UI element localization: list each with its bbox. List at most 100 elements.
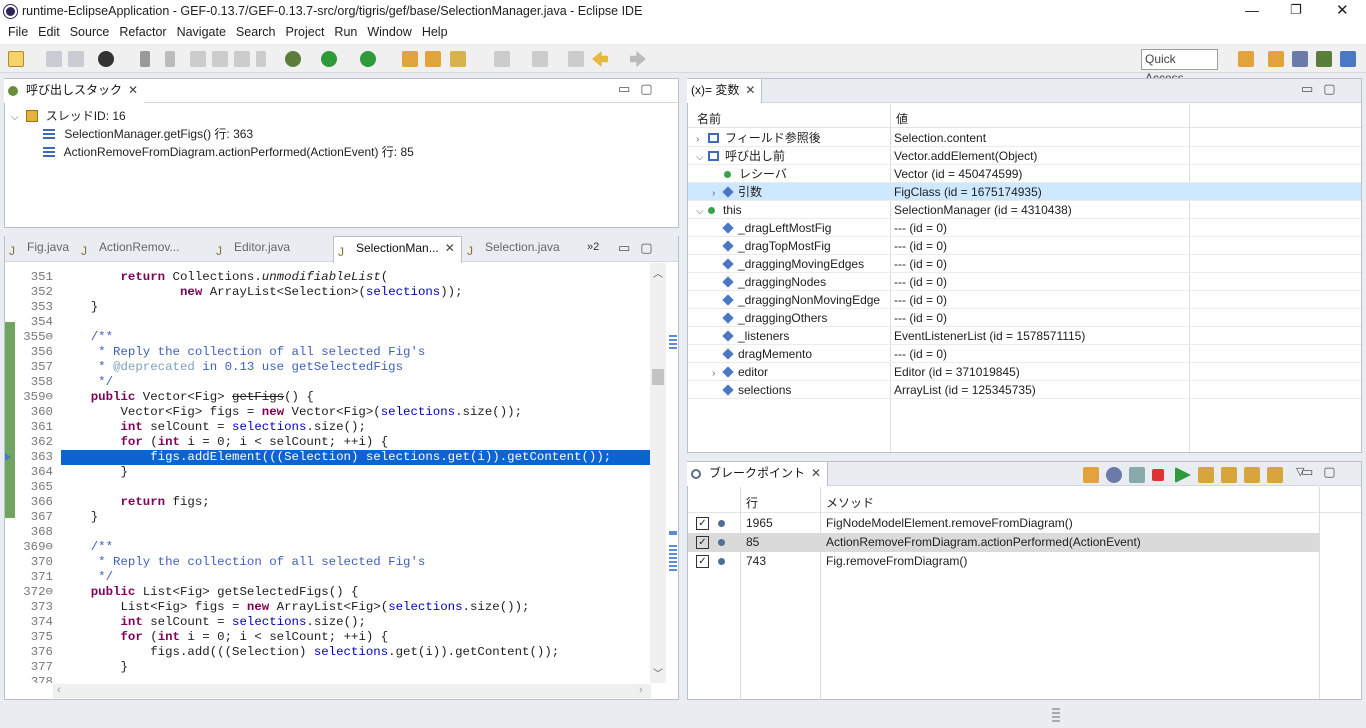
- minimize-maximize-icons[interactable]: ▭▢: [618, 81, 668, 97]
- code-area[interactable]: 351 return Collections.unmodifiableList(…: [5, 263, 653, 683]
- link-icon[interactable]: [1106, 467, 1122, 483]
- run-external-icon[interactable]: [360, 51, 376, 67]
- close-icon[interactable]: ✕: [745, 83, 755, 97]
- code-line[interactable]: 356 * Reply the collection of all select…: [5, 345, 653, 360]
- code-line[interactable]: 352 new ArrayList<Selection>(selections)…: [5, 285, 653, 300]
- forward-icon[interactable]: [630, 51, 646, 67]
- code-line[interactable]: 376 figs.add(((Selection) selections.get…: [5, 645, 653, 660]
- tab-variables[interactable]: (x)= 変数 ✕: [687, 79, 763, 103]
- variable-row[interactable]: _draggingNonMovingEdge --- (id = 0): [688, 291, 1358, 309]
- tab-action-remove[interactable]: J ActionRemov...: [77, 236, 185, 260]
- code-line[interactable]: 354: [5, 315, 653, 330]
- code-line[interactable]: 359⊖ public Vector<Fig> getFigs() {: [5, 390, 653, 405]
- other-perspective-icon[interactable]: [1340, 51, 1356, 67]
- back-icon[interactable]: [592, 51, 608, 67]
- code-line[interactable]: 364 }: [5, 465, 653, 480]
- last-edit-icon[interactable]: [568, 51, 584, 67]
- step-into-icon[interactable]: [1198, 467, 1214, 483]
- scroll-right-icon[interactable]: ›: [639, 684, 643, 696]
- variable-row[interactable]: _listeners EventListenerList (id = 157857…: [688, 327, 1358, 345]
- scroll-thumb[interactable]: [652, 369, 664, 385]
- open-perspective-icon[interactable]: [1238, 51, 1254, 67]
- code-line[interactable]: 366 return figs;: [5, 495, 653, 510]
- col-value-header[interactable]: 値: [896, 110, 908, 127]
- drop-to-frame-icon[interactable]: [1267, 467, 1283, 483]
- resume-icon[interactable]: [1175, 467, 1191, 483]
- vertical-scrollbar[interactable]: ︿ ﹀: [650, 263, 666, 683]
- java-ee-perspective-icon[interactable]: [1292, 51, 1308, 67]
- pin-icon[interactable]: [140, 51, 150, 67]
- scroll-left-icon[interactable]: ‹: [57, 684, 61, 696]
- menu-edit[interactable]: Edit: [33, 23, 65, 41]
- save-all-icon[interactable]: [68, 51, 84, 67]
- new-icon[interactable]: [8, 51, 24, 67]
- remove-breakpoint-icon[interactable]: [1152, 469, 1164, 481]
- variable-row[interactable]: レシーバ Vector (id = 450474599): [688, 165, 1358, 183]
- horizontal-scrollbar[interactable]: ‹ ›: [53, 684, 651, 698]
- tab-fig-java[interactable]: J Fig.java: [5, 236, 75, 260]
- code-line[interactable]: 374 int selCount = selections.size();: [5, 615, 653, 630]
- menu-search[interactable]: Search: [231, 23, 281, 41]
- step-return-icon[interactable]: [1244, 467, 1260, 483]
- tab-editor-java[interactable]: J Editor.java: [212, 236, 296, 260]
- close-icon[interactable]: ✕: [445, 241, 455, 255]
- variable-row[interactable]: selections ArrayList (id = 125345735): [688, 381, 1358, 399]
- code-line[interactable]: 372⊖ public List<Fig> getSelectedFigs() …: [5, 585, 653, 600]
- code-line[interactable]: 365: [5, 480, 653, 495]
- breakpoint-checkbox[interactable]: ✓: [696, 517, 709, 530]
- code-line[interactable]: 361 int selCount = selections.size();: [5, 420, 653, 435]
- menu-source[interactable]: Source: [65, 23, 115, 41]
- code-line[interactable]: 353 }: [5, 300, 653, 315]
- minimize-maximize-icons[interactable]: ▭▢: [1301, 81, 1351, 97]
- col-method-header[interactable]: メソッド: [826, 494, 874, 511]
- close-button[interactable]: ✕: [1336, 1, 1349, 19]
- close-icon[interactable]: ✕: [811, 466, 821, 480]
- code-line[interactable]: 368: [5, 525, 653, 540]
- prev-annotation-icon[interactable]: [532, 51, 548, 67]
- tab-selection-java[interactable]: J Selection.java: [463, 236, 566, 260]
- skip-breakpoints-icon[interactable]: [1129, 467, 1145, 483]
- variable-row[interactable]: ⌵ this SelectionManager (id = 4310438): [688, 201, 1358, 219]
- scroll-down-icon[interactable]: ﹀: [653, 665, 663, 680]
- code-line[interactable]: 371 */: [5, 570, 653, 585]
- variable-row[interactable]: › フィールド参照後 Selection.content: [688, 129, 1358, 147]
- breakpoint-checkbox[interactable]: ✓: [696, 536, 709, 549]
- code-line[interactable]: 377 }: [5, 660, 653, 675]
- menu-help[interactable]: Help: [417, 23, 453, 41]
- run-icon[interactable]: [321, 51, 337, 67]
- scroll-up-icon[interactable]: ︿: [653, 265, 663, 280]
- thread-node[interactable]: ⌵ スレッドID: 16: [11, 107, 126, 124]
- java-perspective-icon[interactable]: [1268, 51, 1284, 67]
- breakpoint-row[interactable]: ✓ 1965 FigNodeModelElement.removeFromDiagr…: [688, 514, 1319, 533]
- open-type-icon[interactable]: [402, 51, 418, 67]
- terminate-icon[interactable]: [234, 51, 250, 67]
- menu-refactor[interactable]: Refactor: [114, 23, 171, 41]
- code-line[interactable]: 378: [5, 675, 653, 683]
- open-folder-icon[interactable]: [425, 51, 441, 67]
- minimize-button[interactable]: —: [1245, 2, 1259, 18]
- debug-perspective-icon[interactable]: [1316, 51, 1332, 67]
- variable-row[interactable]: _draggingOthers --- (id = 0): [688, 309, 1358, 327]
- code-line[interactable]: 363 figs.addElement(((Selection) selecti…: [5, 450, 653, 465]
- menu-file[interactable]: File: [3, 23, 33, 41]
- tab-overflow[interactable]: »2: [571, 236, 605, 260]
- search-tool-icon[interactable]: [450, 51, 466, 67]
- col-name-header[interactable]: 名前: [697, 110, 721, 127]
- chevron-down-icon[interactable]: ⌵: [11, 112, 23, 123]
- code-line[interactable]: 355⊖ /**: [5, 330, 653, 345]
- minimize-maximize-icons[interactable]: ▭▢: [1301, 464, 1351, 480]
- resume-icon[interactable]: [190, 51, 206, 67]
- variable-row[interactable]: dragMemento --- (id = 0): [688, 345, 1358, 363]
- profile-icon[interactable]: [98, 51, 114, 67]
- code-line[interactable]: 357 * @deprecated in 0.13 use getSelecte…: [5, 360, 653, 375]
- variable-row[interactable]: _dragLeftMostFig --- (id = 0): [688, 219, 1358, 237]
- step-icon[interactable]: [256, 51, 266, 67]
- open-folder-icon[interactable]: [1083, 467, 1099, 483]
- minimize-maximize-icons[interactable]: ▭▢: [618, 240, 668, 256]
- variable-row[interactable]: ⌵ 呼び出し前 Vector.addElement(Object): [688, 147, 1358, 165]
- code-line[interactable]: 358 */: [5, 375, 653, 390]
- step-over-icon[interactable]: [1221, 467, 1237, 483]
- code-line[interactable]: 362 for (int i = 0; i < selCount; ++i) {: [5, 435, 653, 450]
- code-line[interactable]: 351 return Collections.unmodifiableList(: [5, 270, 653, 285]
- code-line[interactable]: 375 for (int i = 0; i < selCount; ++i) {: [5, 630, 653, 645]
